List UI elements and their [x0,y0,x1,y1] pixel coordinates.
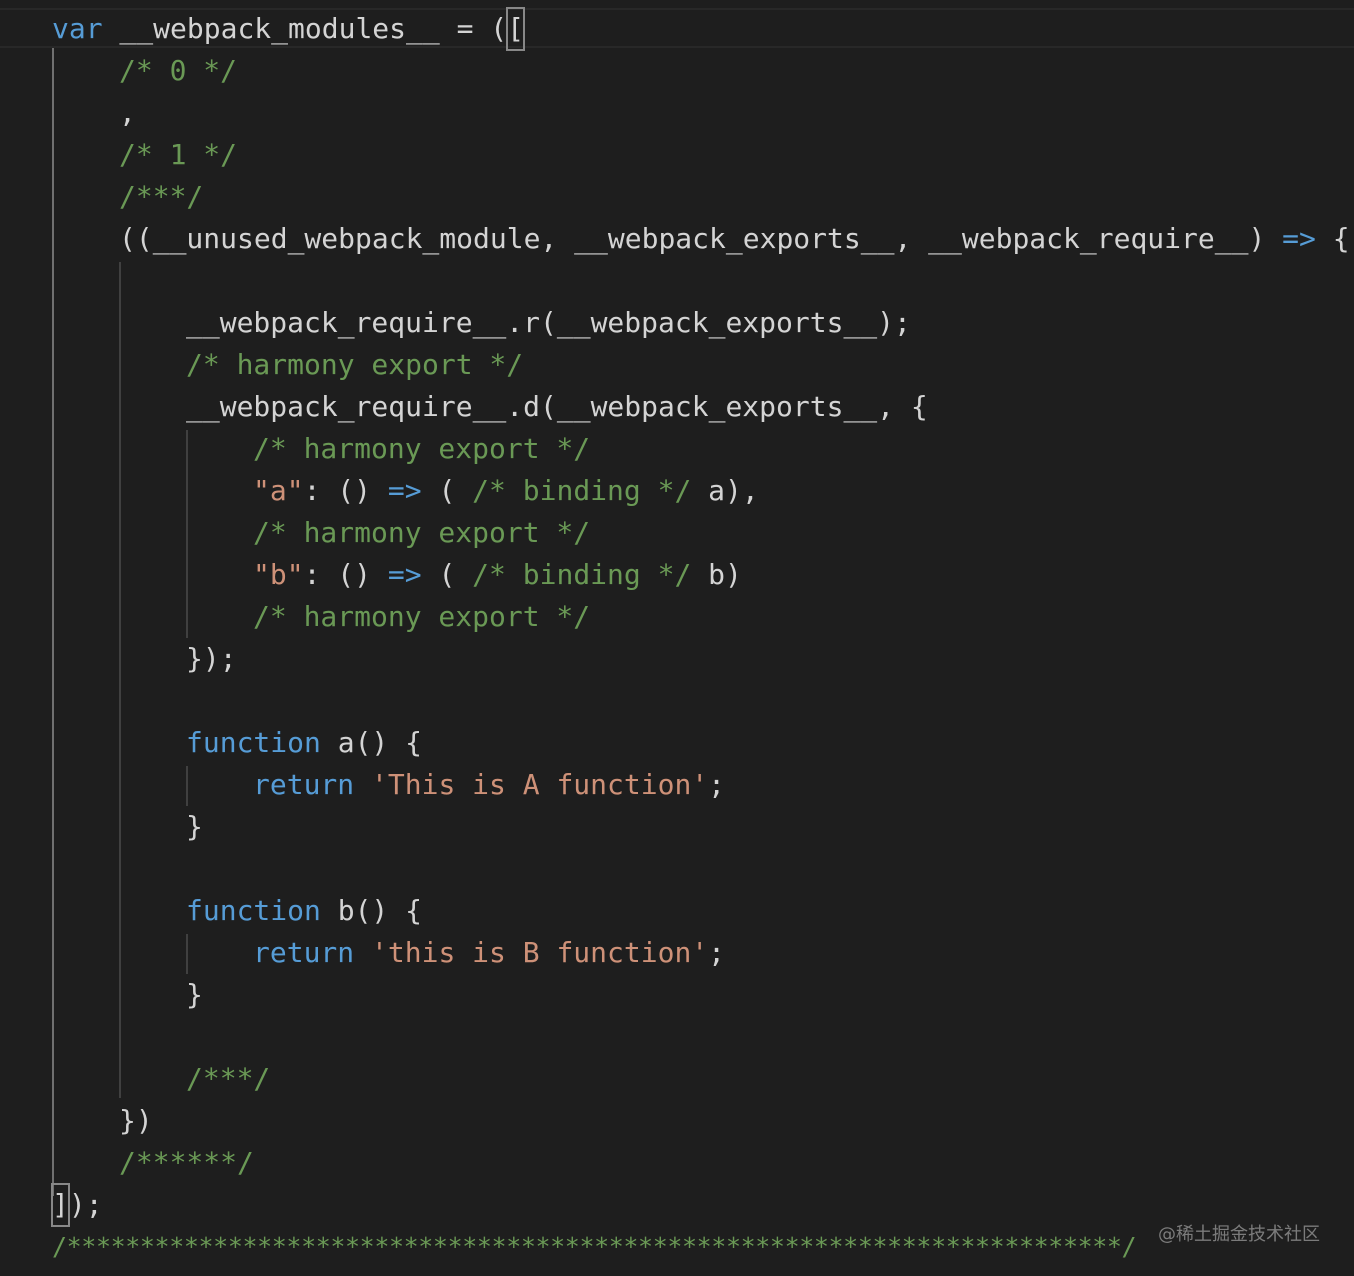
code-line[interactable]: }); [186,638,237,680]
code-line[interactable]: /* harmony export */ [253,596,590,638]
operator-token: => [1282,222,1316,255]
text-token: ( [421,474,473,507]
text-token: }); [186,642,237,675]
code-line[interactable]: /* harmony export */ [186,344,523,386]
comment-token: /***/ [186,1062,271,1095]
text-token: b() { [320,894,423,927]
text-token: b) [691,558,742,591]
code-editor[interactable]: var __webpack_modules__ = ([ /* 0 */ , /… [0,0,1354,1276]
code-line[interactable]: ((__unused_webpack_module, __webpack_exp… [119,218,1350,260]
comment-token: /* harmony export */ [186,348,524,381]
code-line[interactable]: function a() { [186,722,422,764]
code-line[interactable]: /***/ [119,176,203,218]
code-line[interactable]: /***************************************… [52,1226,1137,1268]
code-line[interactable]: }) [119,1100,153,1142]
indent-guide [186,934,188,974]
string-token: 'This is A function' [371,768,709,801]
code-line[interactable]: var __webpack_modules__ = ([ [52,7,526,51]
watermark-text: @稀土掘金技术社区 [1158,1224,1320,1245]
keyword-token: return [253,936,355,969]
comment-token: /******/ [119,1146,254,1179]
indent-guide [186,766,188,806]
comment-token: /* 0 */ [119,54,238,87]
code-line[interactable]: return 'This is A function'; [253,764,725,806]
string-token: "a" [253,474,304,507]
text-token: } [186,978,203,1011]
code-line[interactable]: , [119,92,136,134]
code-line[interactable]: /***/ [186,1058,270,1100]
code-line[interactable]: } [186,806,203,848]
code-line[interactable]: } [186,974,203,1016]
text-token: __webpack_modules__ = ( [102,12,508,45]
text-token: ( [421,558,473,591]
indent-guide [52,48,54,1196]
text-token: __webpack_require__.d(__webpack_exports_… [186,390,928,423]
string-token: 'this is B function' [371,936,709,969]
comment-token: /* harmony export */ [253,600,591,633]
indent-guide [119,262,121,1098]
text-token: , [119,96,136,129]
comment-token: /***/ [119,180,204,213]
text-token: ((__unused_webpack_module, __webpack_exp… [119,222,1283,255]
code-line[interactable]: /******/ [119,1142,254,1184]
code-line[interactable]: "a": () => ( /* binding */ a), [253,470,759,512]
code-line[interactable]: return 'this is B function'; [253,932,725,974]
text-token: { [1315,222,1350,255]
keyword-token: function [186,726,321,759]
indent-guide [186,430,188,638]
keyword-token: var [52,12,103,45]
bracket-match-token: ] [51,1183,70,1227]
comment-token: /* binding */ [472,558,692,591]
comment-token: /* 1 */ [119,138,238,171]
string-token: "b" [253,558,304,591]
comment-token: /* harmony export */ [253,432,591,465]
text-token: : () [303,474,388,507]
code-line[interactable]: /* harmony export */ [253,512,590,554]
text-token: a() { [320,726,423,759]
operator-token: => [387,558,422,591]
text-token: ; [708,936,726,969]
keyword-token: return [253,768,355,801]
code-line[interactable]: /* 1 */ [119,134,237,176]
code-line[interactable]: /* 0 */ [119,50,237,92]
code-line[interactable]: "b": () => ( /* binding */ b) [253,554,742,596]
text-token: a), [691,474,759,507]
code-line[interactable]: __webpack_require__.d(__webpack_exports_… [186,386,928,428]
text-token: ; [708,768,726,801]
text-token: ); [68,1188,103,1221]
comment-token: /* harmony export */ [253,516,591,549]
code-line[interactable]: __webpack_require__.r(__webpack_exports_… [186,302,911,344]
text-token: : () [303,558,388,591]
keyword-token: function [186,894,321,927]
code-line[interactable]: function b() { [186,890,422,932]
code-line[interactable]: ]); [51,1183,103,1227]
text-token: __webpack_require__.r(__webpack_exports_… [186,306,911,339]
text-token: }) [119,1104,153,1137]
code-line[interactable]: /* harmony export */ [253,428,590,470]
text-token: } [186,810,203,843]
comment-token: /***************************************… [52,1232,1137,1261]
operator-token: => [387,474,422,507]
comment-token: /* binding */ [472,474,692,507]
bracket-match-token: [ [506,7,526,51]
